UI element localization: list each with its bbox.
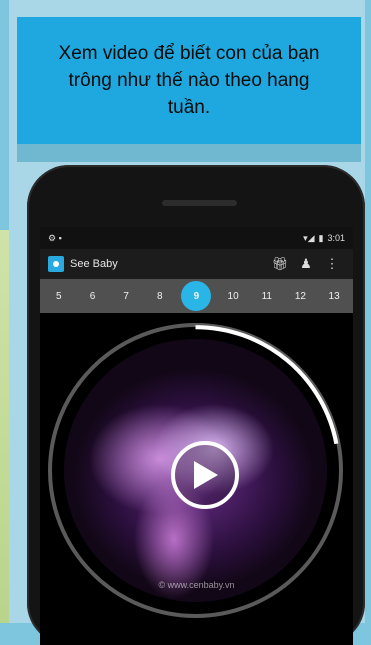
play-button[interactable] <box>171 441 239 509</box>
phone-screen: ⚙ ▪ ▾◢ ▮ 3:01 See Baby 🎁︎ ♟ ⋮ 5 6 7 8 9 … <box>40 227 353 645</box>
person-icon[interactable]: ♟ <box>293 256 319 272</box>
week-item[interactable]: 7 <box>114 291 138 302</box>
week-item[interactable]: 13 <box>322 291 346 302</box>
play-icon <box>194 461 218 489</box>
week-item[interactable]: 11 <box>255 291 279 302</box>
phone-mockup: ⚙ ▪ ▾◢ ▮ 3:01 See Baby 🎁︎ ♟ ⋮ 5 6 7 8 9 … <box>27 165 365 645</box>
status-time: 3:01 <box>327 233 345 243</box>
promo-banner: Xem video để biết con của bạn trông như … <box>17 17 361 144</box>
promo-banner-text: Xem video để biết con của bạn trông như … <box>58 43 320 118</box>
week-item[interactable]: 5 <box>47 291 71 302</box>
signal-icon: ▾◢ <box>303 232 315 243</box>
week-item-selected[interactable]: 9 <box>181 281 212 311</box>
battery-icon: ▮ <box>318 232 324 243</box>
app-logo-icon <box>48 256 64 272</box>
banner-bottom-strip <box>17 144 361 162</box>
week-item[interactable]: 10 <box>221 291 245 302</box>
week-selector: 5 6 7 8 9 10 11 12 13 <box>40 279 353 313</box>
app-toolbar: See Baby 🎁︎ ♟ ⋮ <box>40 249 353 279</box>
video-player: © www.cenbaby.vn <box>40 313 353 645</box>
week-item[interactable]: 6 <box>80 291 104 302</box>
gift-icon[interactable]: 🎁︎ <box>267 256 293 272</box>
phone-speaker <box>162 200 237 206</box>
week-item[interactable]: 8 <box>148 291 172 302</box>
more-vert-icon[interactable]: ⋮ <box>319 256 345 272</box>
video-watermark: © www.cenbaby.vn <box>158 580 235 590</box>
status-right: ▾◢ ▮ 3:01 <box>303 233 345 244</box>
status-bar: ⚙ ▪ ▾◢ ▮ 3:01 <box>40 227 353 249</box>
app-title: See Baby <box>70 258 118 270</box>
status-left-icons: ⚙ ▪ <box>48 232 62 243</box>
week-item[interactable]: 12 <box>288 291 312 302</box>
